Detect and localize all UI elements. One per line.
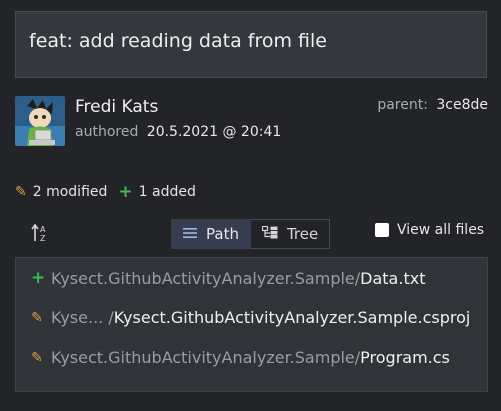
tree-view-label: Tree <box>286 225 319 243</box>
view-all-checkbox[interactable] <box>375 223 389 237</box>
sort-icon[interactable]: A Z <box>30 222 52 244</box>
file-name: Kysect.GithubActivityAnalyzer.Sample.csp… <box>113 308 471 327</box>
modified-pencil-icon: ✎ <box>31 349 43 366</box>
authored-info: authored 20.5.2021 @ 20:41 <box>75 124 281 140</box>
commit-message-box: feat: add reading data from file <box>15 11 487 78</box>
pencil-icon: ✎ <box>15 184 27 200</box>
svg-text:A: A <box>40 225 46 234</box>
parent-label: parent: <box>377 97 428 113</box>
file-list: + Kysect.GithubActivityAnalyzer.Sample/D… <box>15 257 488 392</box>
path-view-button[interactable]: Path <box>171 219 251 249</box>
author-name: Fredi Kats <box>75 97 159 117</box>
added-count: 1 added <box>138 184 196 200</box>
tree-view-button[interactable]: Tree <box>250 219 331 249</box>
parent-info: parent: 3ce8de <box>377 97 488 113</box>
avatar[interactable] <box>15 96 65 146</box>
file-row[interactable]: + Kysect.GithubActivityAnalyzer.Sample/D… <box>31 268 425 288</box>
list-icon <box>183 225 197 243</box>
view-mode-toggle: Path Tree <box>171 219 331 249</box>
path-view-label: Path <box>206 225 239 243</box>
file-row[interactable]: ✎ Kyse... / Kysect.GithubActivityAnalyzer… <box>31 308 470 327</box>
view-all-files-toggle[interactable]: View all files <box>375 222 484 238</box>
file-dir: Kyse... / <box>51 308 114 327</box>
file-dir: Kysect.GithubActivityAnalyzer.Sample/ <box>51 348 361 367</box>
commit-message: feat: add reading data from file <box>29 30 327 52</box>
added-plus-icon: + <box>31 268 46 288</box>
change-stats: ✎ 2 modified + 1 added <box>15 182 196 202</box>
tree-icon <box>261 225 278 243</box>
file-name: Data.txt <box>360 268 426 288</box>
authored-label: authored <box>75 124 139 140</box>
modified-pencil-icon: ✎ <box>31 309 43 326</box>
file-name: Program.cs <box>360 348 450 367</box>
parent-hash-link[interactable]: 3ce8de <box>436 97 488 113</box>
svg-text:Z: Z <box>40 234 46 243</box>
authored-date: 20.5.2021 @ 20:41 <box>146 124 282 140</box>
modified-count: 2 modified <box>32 184 108 200</box>
file-row[interactable]: ✎ Kysect.GithubActivityAnalyzer.Sample/P… <box>31 348 450 367</box>
avatar-image <box>15 96 65 146</box>
file-dir: Kysect.GithubActivityAnalyzer.Sample/ <box>51 268 361 288</box>
plus-icon: + <box>118 182 133 202</box>
view-all-label: View all files <box>397 222 485 238</box>
